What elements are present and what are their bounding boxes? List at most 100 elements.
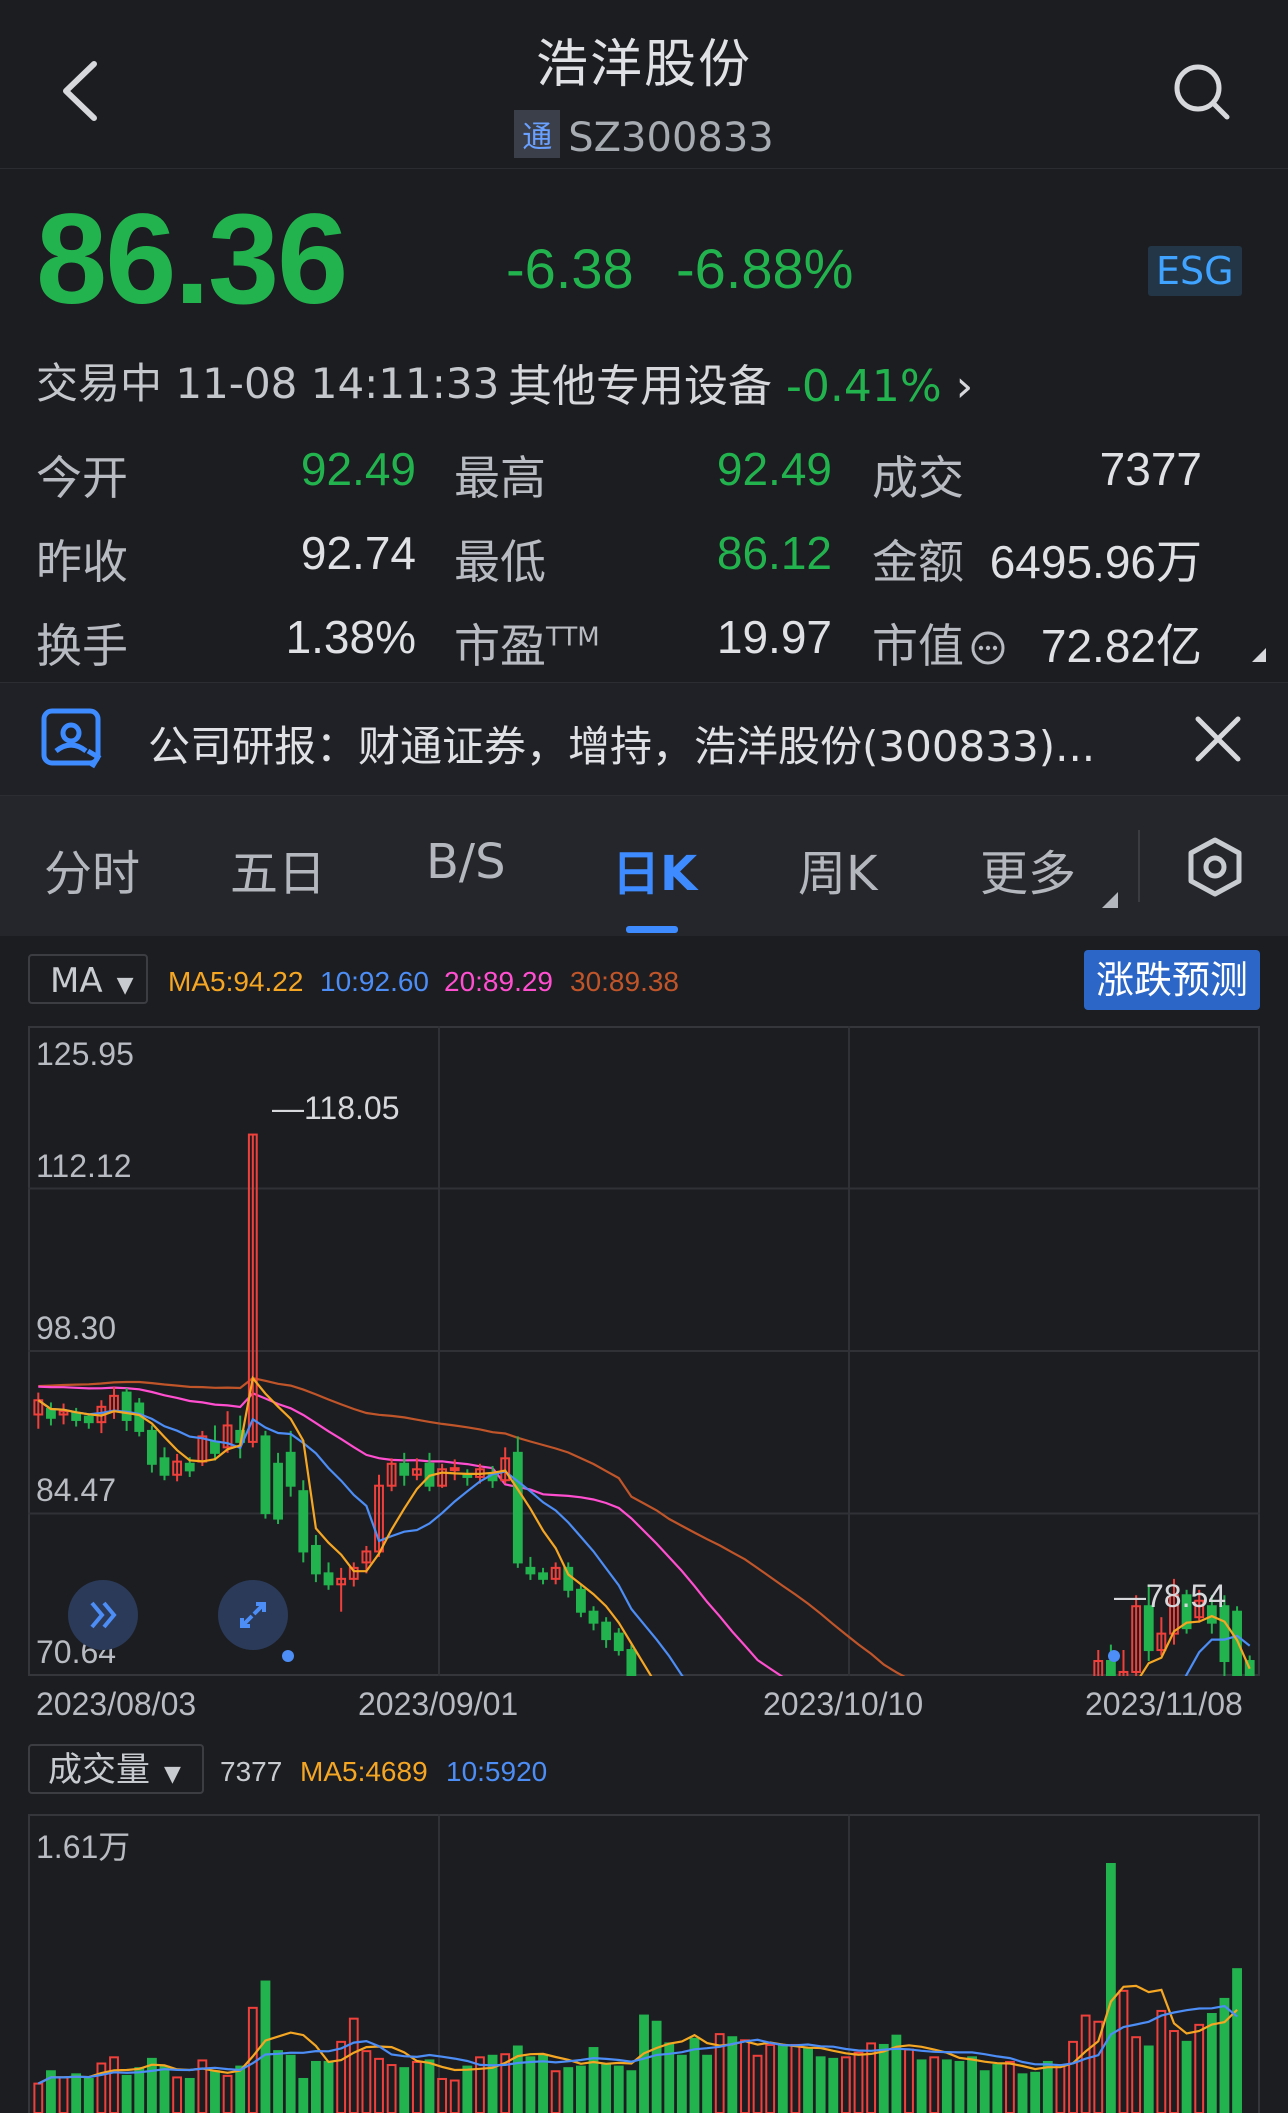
volume-indicator-select[interactable]: 成交量 ▼ (28, 1744, 204, 1794)
stat-value: 1.38% (285, 611, 416, 663)
volume-bar (626, 2070, 637, 2113)
candle-body (210, 1440, 220, 1454)
price-change-percent: -6.88% (676, 237, 854, 300)
tab-weekly-k[interactable]: 周K (798, 834, 877, 904)
volume-bar (399, 2067, 410, 2113)
candle-body (525, 1566, 536, 1575)
current-price: 86.36 (36, 188, 348, 331)
candle-body (285, 1451, 296, 1487)
volume-bar (374, 2057, 384, 2113)
volume-bar (1143, 2045, 1154, 2113)
candle-body (1105, 1660, 1116, 1676)
tab-bs[interactable]: B/S (426, 834, 506, 890)
industry-link[interactable]: 其他专用设备 -0.41% › (508, 350, 973, 414)
stat-value: 86.12 (716, 527, 832, 579)
volume-bar (676, 2054, 687, 2113)
volume-bar (298, 2077, 309, 2113)
stat-value: 92.74 (300, 527, 416, 579)
volume-bar (210, 2070, 220, 2113)
candle-body (613, 1632, 624, 1652)
stat-value: 19.97 (716, 611, 832, 663)
candle-body (538, 1572, 548, 1580)
volume-bar (1017, 2073, 1028, 2113)
tab-more[interactable]: 更多 (980, 834, 1076, 904)
tab-intraday[interactable]: 分时 (44, 834, 140, 904)
close-icon[interactable] (1190, 711, 1246, 767)
volume-bar (550, 2070, 561, 2113)
volume-bar (853, 2051, 864, 2113)
indicator-select[interactable]: MA ▼ (28, 954, 148, 1004)
volume-bar (146, 2057, 157, 2113)
volume-bar (83, 2077, 94, 2113)
event-marker[interactable] (1108, 1650, 1120, 1662)
candle-body (71, 1412, 82, 1421)
candle-body (399, 1462, 410, 1476)
caret-down-icon: ▼ (164, 1762, 181, 1787)
volume-bar (1080, 2014, 1091, 2113)
stat-label: 成交 (872, 451, 964, 505)
stock-code: SZ300833 (568, 115, 774, 161)
volume-bar (803, 2047, 813, 2113)
candlestick-chart[interactable] (28, 1026, 1260, 1676)
volume-y-tick: 1.61万 (36, 1829, 131, 1865)
stat-label: 换手 (36, 619, 128, 673)
banner-text: 公司研报：财通证券，增持，浩洋股份(300833)... (148, 722, 1096, 771)
research-report-banner[interactable]: 公司研报：财通证券，增持，浩洋股份(300833)... (0, 682, 1288, 796)
volume-bar (134, 2067, 145, 2113)
volume-chart[interactable] (28, 1814, 1260, 2113)
stat-label: 最高 (454, 451, 546, 505)
event-marker[interactable] (282, 1650, 294, 1662)
y-tick: 84.47 (36, 1472, 117, 1508)
volume-bar (916, 2059, 927, 2113)
volume-bar (1105, 1863, 1116, 2113)
stat-value: 7377 (1099, 443, 1202, 495)
high-value: 118.05 (304, 1090, 400, 1126)
stat-label: 金额 (872, 535, 964, 589)
settings-hexagon-icon[interactable] (1186, 836, 1244, 898)
stat-label: 最低 (454, 535, 546, 589)
caret-down-icon: ▼ (116, 973, 134, 998)
volume-bar (815, 2056, 826, 2113)
volume-bar (311, 2060, 321, 2113)
volume-bar (1118, 1989, 1129, 2113)
candle-body (311, 1544, 321, 1575)
corner-triangle-icon (1102, 892, 1118, 908)
x-date: 2023/10/10 (763, 1686, 924, 1722)
volume-bar (96, 2062, 107, 2113)
volume-bar (1068, 2040, 1078, 2113)
volume-bar (323, 2060, 334, 2113)
y-tick: 125.95 (36, 1036, 134, 1072)
price-change: -6.38 (506, 237, 634, 300)
fullscreen-button[interactable] (218, 1580, 288, 1650)
stat-label: 市值 (872, 619, 964, 673)
y-tick: 98.30 (36, 1310, 117, 1346)
indicator-select-label: MA (50, 961, 103, 1001)
candle-body (298, 1490, 309, 1553)
candle-body (323, 1572, 334, 1586)
low-annotation: —78.54 (1114, 1578, 1227, 1614)
stats-row: 换手 1.38% 市盈TTM 19.97 市值 72.82亿 (36, 610, 1266, 673)
volume-select-label: 成交量 (48, 1750, 150, 1790)
high-annotation: —118.05 (272, 1090, 400, 1126)
stat-label: 昨收 (36, 535, 128, 589)
expand-left-button[interactable] (68, 1580, 138, 1650)
candle-body (184, 1462, 195, 1472)
volume-bar (109, 2056, 119, 2113)
candle-body (512, 1451, 523, 1564)
volume-bar (1169, 2030, 1179, 2113)
volume-bar (462, 2065, 473, 2113)
search-icon[interactable] (1172, 62, 1232, 122)
volume-bar (790, 2043, 801, 2113)
tab-five-day[interactable]: 五日 (230, 834, 326, 904)
volume-bar (878, 2043, 889, 2113)
trading-status: 交易中 11-08 14:11:33 (36, 359, 500, 408)
tab-daily-k[interactable]: 日K (612, 834, 697, 904)
y-tick: 112.12 (36, 1148, 132, 1184)
volume-bar (525, 2056, 536, 2113)
ma30-value: 30:89.38 (570, 966, 679, 997)
industry-name: 其他专用设备 (508, 361, 772, 412)
volume-bar (1219, 1997, 1230, 2113)
predict-button[interactable]: 涨跌预测 (1084, 950, 1260, 1010)
esg-badge[interactable]: ESG (1148, 246, 1242, 296)
volume-bar (765, 2043, 776, 2113)
